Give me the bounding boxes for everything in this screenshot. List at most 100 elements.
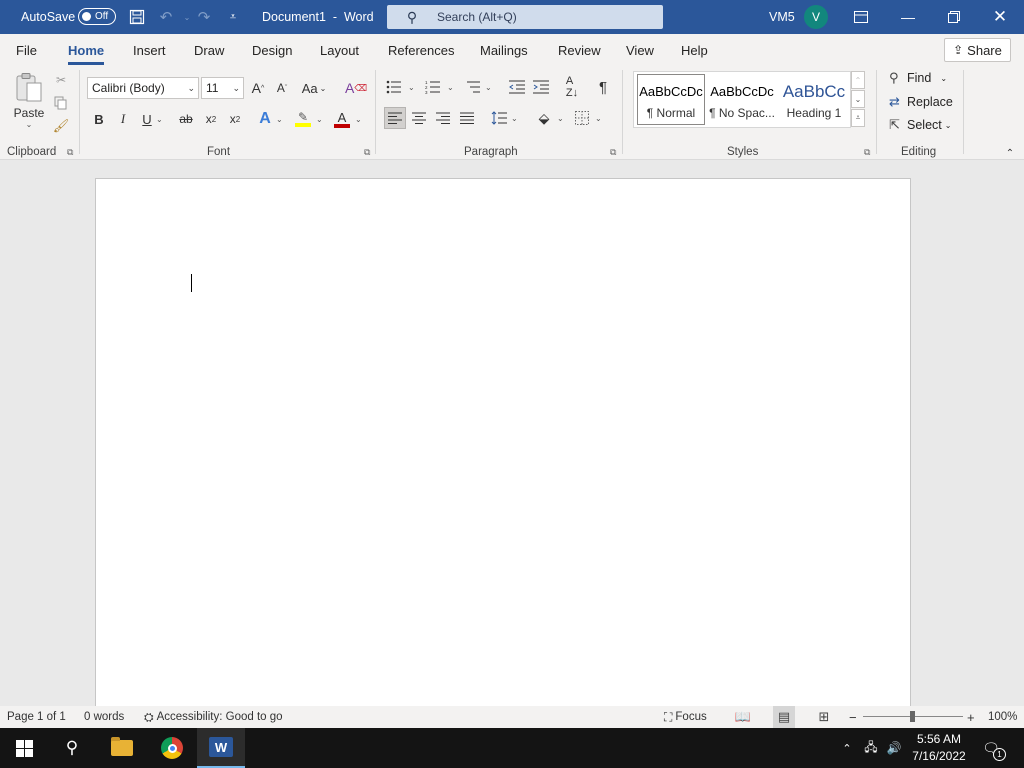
start-button[interactable] bbox=[0, 728, 48, 768]
notification-center[interactable]: 🗨 1 bbox=[978, 736, 1006, 761]
align-center-icon[interactable] bbox=[408, 107, 430, 129]
taskbar-word[interactable]: W bbox=[197, 728, 245, 768]
bullets-icon[interactable] bbox=[383, 76, 405, 98]
volume-icon[interactable]: 🔊 bbox=[884, 728, 904, 768]
superscript-icon[interactable]: x2 bbox=[224, 108, 246, 130]
tab-view[interactable]: View bbox=[626, 34, 654, 66]
subscript-icon[interactable]: x2 bbox=[200, 108, 222, 130]
save-icon[interactable] bbox=[126, 0, 148, 34]
tab-references[interactable]: References bbox=[388, 34, 454, 66]
show-hidden-icons-icon[interactable]: ⌃ bbox=[838, 728, 856, 768]
redo-icon[interactable]: ↷ bbox=[193, 0, 215, 34]
zoom-in-button[interactable]: + bbox=[967, 706, 975, 728]
find-button[interactable]: ⚲ Find ⌄ bbox=[889, 69, 947, 87]
network-icon[interactable]: 🖧 bbox=[861, 728, 881, 768]
zoom-out-button[interactable]: − bbox=[849, 706, 857, 728]
chevron-down-icon[interactable]: ⌄ bbox=[316, 115, 323, 124]
page-count[interactable]: Page 1 of 1 bbox=[7, 706, 66, 728]
chevron-down-icon[interactable]: ⌄ bbox=[595, 114, 602, 123]
style-normal[interactable]: AaBbCcDc ¶ Normal bbox=[637, 74, 705, 125]
tab-mailings[interactable]: Mailings bbox=[480, 34, 528, 66]
word-count[interactable]: 0 words bbox=[84, 706, 124, 728]
styles-scroll-up-icon[interactable]: ⌃ bbox=[851, 71, 865, 89]
tab-review[interactable]: Review bbox=[558, 34, 601, 66]
bold-icon[interactable]: B bbox=[88, 108, 110, 130]
ribbon-display-options-icon[interactable] bbox=[838, 0, 884, 34]
borders-icon[interactable] bbox=[571, 107, 593, 129]
style-no-spacing[interactable]: AaBbCcDc ¶ No Spac... bbox=[708, 74, 776, 125]
tab-help[interactable]: Help bbox=[681, 34, 708, 66]
change-case-button[interactable]: Aa ⌄ bbox=[301, 77, 327, 99]
autosave-toggle[interactable]: Off bbox=[78, 8, 116, 25]
taskbar-file-explorer[interactable] bbox=[98, 728, 146, 768]
replace-button[interactable]: ⇄ Replace bbox=[889, 93, 953, 111]
chevron-down-icon[interactable]: ⌄ bbox=[156, 115, 163, 124]
print-layout-icon[interactable]: ▤ bbox=[773, 706, 795, 728]
styles-scroll-down-icon[interactable]: ⌄ bbox=[851, 90, 865, 108]
chevron-down-icon[interactable]: ⌄ bbox=[447, 83, 454, 92]
taskbar-search-icon[interactable]: ⚲ bbox=[48, 728, 96, 768]
share-button[interactable]: ⇪ Share bbox=[944, 38, 1011, 62]
font-name-combo[interactable]: Calibri (Body) ⌄ bbox=[87, 77, 199, 99]
align-right-icon[interactable] bbox=[432, 107, 454, 129]
undo-icon[interactable]: ↶ bbox=[155, 0, 177, 34]
collapse-ribbon-icon[interactable]: ⌃ bbox=[1002, 146, 1018, 160]
multilevel-list-icon[interactable] bbox=[462, 76, 484, 98]
tab-home[interactable]: Home bbox=[68, 34, 105, 66]
tab-design[interactable]: Design bbox=[252, 34, 292, 66]
italic-icon[interactable]: I bbox=[112, 108, 134, 130]
format-painter-icon[interactable]: 🖌 bbox=[52, 117, 70, 135]
document-page[interactable] bbox=[95, 178, 911, 718]
chevron-down-icon[interactable]: ⌄ bbox=[276, 115, 283, 124]
paragraph-launcher-icon[interactable]: ⧉ bbox=[610, 147, 616, 158]
sort-icon[interactable]: A Z↓ bbox=[561, 75, 583, 99]
show-formatting-marks-icon[interactable]: ¶ bbox=[592, 76, 614, 98]
read-mode-icon[interactable]: 📖 bbox=[732, 706, 754, 728]
paste-dropdown-icon[interactable]: ⌄ bbox=[26, 120, 33, 129]
decrease-indent-icon[interactable] bbox=[506, 76, 528, 98]
text-effects-icon[interactable]: A bbox=[254, 108, 276, 130]
web-layout-icon[interactable]: ⊞ bbox=[813, 706, 835, 728]
font-launcher-icon[interactable]: ⧉ bbox=[364, 147, 370, 158]
cut-icon[interactable]: ✂ bbox=[52, 71, 70, 89]
align-left-icon[interactable] bbox=[384, 107, 406, 129]
font-size-combo[interactable]: 11 ⌄ bbox=[201, 77, 244, 99]
zoom-level[interactable]: 100% bbox=[988, 706, 1017, 728]
line-spacing-icon[interactable] bbox=[488, 107, 510, 129]
close-icon[interactable]: ✕ bbox=[977, 0, 1023, 34]
user-name[interactable]: VM5 bbox=[769, 0, 795, 34]
style-heading-1[interactable]: AaBbCc Heading 1 bbox=[780, 74, 848, 125]
avatar[interactable]: V bbox=[804, 5, 828, 29]
chevron-down-icon[interactable]: ⌄ bbox=[355, 115, 362, 124]
tab-draw[interactable]: Draw bbox=[194, 34, 224, 66]
accessibility-status[interactable]: ⛭ Accessibility: Good to go bbox=[144, 706, 283, 728]
zoom-slider-thumb[interactable] bbox=[910, 711, 915, 722]
chevron-down-icon[interactable]: ⌄ bbox=[408, 83, 415, 92]
chevron-down-icon[interactable]: ⌄ bbox=[557, 114, 564, 123]
numbering-icon[interactable]: 123 bbox=[422, 76, 444, 98]
system-clock[interactable]: 5:56 AM 7/16/2022 bbox=[906, 731, 972, 765]
focus-button[interactable]: ⛶ Focus bbox=[664, 706, 707, 728]
font-color-icon[interactable]: A bbox=[331, 108, 353, 130]
increase-indent-icon[interactable] bbox=[530, 76, 552, 98]
restore-icon[interactable] bbox=[931, 0, 977, 34]
select-button[interactable]: ⇱ Select ⌄ bbox=[889, 116, 951, 134]
taskbar-chrome[interactable] bbox=[148, 728, 196, 768]
styles-launcher-icon[interactable]: ⧉ bbox=[864, 147, 870, 158]
chevron-down-icon[interactable]: ⌄ bbox=[485, 83, 492, 92]
tab-file[interactable]: File bbox=[16, 34, 37, 66]
clear-formatting-icon[interactable]: A ⌫ bbox=[345, 77, 367, 99]
underline-icon[interactable]: U bbox=[136, 108, 158, 130]
shrink-font-icon[interactable]: Aˇ bbox=[271, 77, 293, 99]
tab-insert[interactable]: Insert bbox=[133, 34, 166, 66]
shading-icon[interactable]: ⬙ bbox=[533, 107, 555, 129]
highlight-color-icon[interactable]: ✎ bbox=[292, 108, 314, 130]
chevron-down-icon[interactable]: ⌄ bbox=[511, 114, 518, 123]
tab-layout[interactable]: Layout bbox=[320, 34, 359, 66]
strikethrough-icon[interactable]: ab bbox=[175, 108, 197, 130]
styles-more-icon[interactable]: ⩡ bbox=[851, 109, 865, 127]
grow-font-icon[interactable]: A ^ bbox=[247, 77, 269, 99]
customize-toolbar-icon[interactable]: ⩡ bbox=[222, 0, 244, 34]
copy-icon[interactable] bbox=[52, 94, 70, 112]
paste-button[interactable]: Paste ⌄ bbox=[12, 70, 46, 130]
